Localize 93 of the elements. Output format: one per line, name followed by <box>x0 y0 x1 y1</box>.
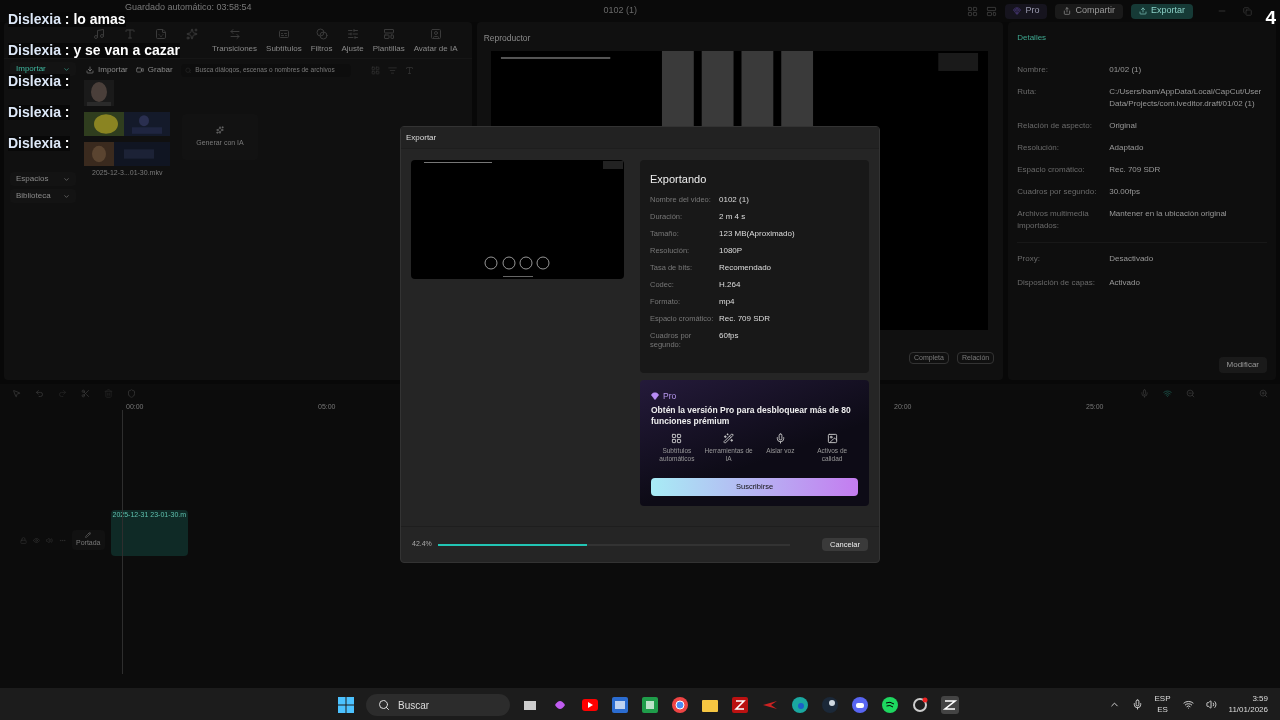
chat-icon[interactable] <box>850 695 870 715</box>
text-filter-icon[interactable] <box>404 65 414 75</box>
counter-number: 4 <box>1265 6 1276 30</box>
detail-label: Proxy: <box>1017 253 1041 265</box>
info-value: 60fps <box>719 330 740 342</box>
detail-value: Desactivado <box>1109 253 1155 265</box>
browser-icon[interactable] <box>670 695 690 715</box>
layout-icon[interactable] <box>986 5 998 17</box>
chat-message: Dislexia : <box>8 105 70 120</box>
keyboard-layout[interactable]: ES <box>1157 704 1168 715</box>
restore-icon[interactable] <box>1243 6 1252 16</box>
sliders-icon <box>346 28 359 40</box>
panel-tab[interactable]: Plantillas <box>370 28 407 55</box>
chat-message: Dislexia : lo amas <box>8 12 126 27</box>
detail-label: Espacio cromático: <box>1017 164 1086 176</box>
gem-icon <box>1013 7 1022 15</box>
chevron-down-icon <box>63 192 70 200</box>
undo-icon[interactable] <box>35 388 44 398</box>
pro-button[interactable]: Pro <box>1005 3 1048 19</box>
image-icon <box>826 432 838 444</box>
detail-value: 30.00fps <box>1109 186 1141 198</box>
sort-icon[interactable] <box>387 65 397 75</box>
detail-label: Ruta: <box>1017 86 1038 98</box>
panel-title: Reproductor <box>483 32 532 45</box>
detail-label: Nombre: <box>1017 64 1049 76</box>
autosave-status: Guardado automático: 03:58:54 <box>125 1 252 15</box>
microphone-icon[interactable] <box>1131 698 1143 710</box>
template-icon <box>382 28 395 40</box>
project-title: 0102 (1) <box>603 4 638 18</box>
language-code[interactable]: ESP <box>1154 693 1171 704</box>
pro-label: Pro <box>663 390 677 403</box>
detail-value: Adaptado <box>1109 142 1145 154</box>
promo-headline: Obtén la versión Pro para desbloquear más de 80 funciones prémium <box>651 404 852 427</box>
upload-icon <box>1139 7 1147 15</box>
detail-label: Relación de aspecto: <box>1017 120 1093 132</box>
import-button[interactable]: Importar <box>86 64 128 76</box>
clock-time[interactable]: 3:59 <box>1252 693 1268 704</box>
shield-icon[interactable] <box>127 388 136 398</box>
scissors-icon[interactable] <box>81 388 90 398</box>
share-button[interactable]: Compartir <box>1055 3 1123 19</box>
clock-date[interactable]: 11/01/2026 <box>1228 704 1268 715</box>
record-button[interactable]: Grabar <box>135 64 173 76</box>
panel-title: Detalles <box>1017 32 1048 44</box>
pointer-icon[interactable] <box>12 388 21 398</box>
dialog-title: Exportar <box>406 131 437 144</box>
spreadsheet-icon[interactable] <box>640 695 660 715</box>
windows-icon[interactable] <box>336 695 356 715</box>
chevron-down-icon <box>63 175 70 183</box>
network-icon[interactable] <box>1182 698 1194 710</box>
detail-value: Activado <box>1109 277 1141 289</box>
detail-value: 01/02 (1) <box>1109 64 1143 76</box>
detail-label: Archivos multimedia importados: <box>1017 208 1090 232</box>
chevron-down-icon <box>63 65 70 73</box>
gem-icon <box>651 392 659 401</box>
grid-icon[interactable] <box>370 65 380 75</box>
lock-icon[interactable] <box>20 536 27 544</box>
export-button[interactable]: Exportar <box>1131 3 1193 19</box>
sparkle-icon <box>216 125 224 134</box>
chat-message: Dislexia : y se van a cazar <box>8 43 180 58</box>
microphone-icon <box>774 432 786 444</box>
grid-icon <box>671 432 683 444</box>
detail-label: Disposición de capas: <box>1017 277 1097 289</box>
pencil-icon <box>85 531 92 538</box>
panel-tab[interactable]: Transiciones <box>210 28 260 55</box>
panel-tab[interactable]: Filtros <box>308 28 335 55</box>
eye-icon[interactable] <box>33 536 40 544</box>
search-icon <box>378 699 390 711</box>
volume-icon[interactable] <box>1205 698 1217 710</box>
camera-icon <box>135 66 144 74</box>
layout-icon[interactable] <box>967 5 979 17</box>
detail-value: C:/Users/bam/AppData/Local/CapCut/User Data/Projects/com.lveditor.draft/01/02 (1) <box>1109 86 1263 110</box>
chat-message: Dislexia : <box>8 74 70 89</box>
detail-label: Cuadros por segundo: <box>1017 186 1098 198</box>
document-icon[interactable] <box>610 695 630 715</box>
detail-label: Resolución: <box>1017 142 1060 154</box>
detail-value: Original <box>1109 120 1138 132</box>
avatar-icon <box>429 28 442 40</box>
magic-wand-icon <box>723 432 735 444</box>
captions-icon <box>277 28 290 40</box>
panel-tab[interactable]: Ajuste <box>339 28 366 55</box>
detail-value: Rec. 709 SDR <box>1109 164 1162 176</box>
shuffle-icon <box>228 28 241 40</box>
panel-tab[interactable]: Subtítulos <box>264 28 304 55</box>
taskbar-search[interactable]: Buscar <box>366 694 510 716</box>
detail-value: Mantener en la ubicación original <box>1109 208 1228 220</box>
blend-icon <box>315 28 328 40</box>
panel-tab[interactable]: Avatar de IA <box>411 28 460 55</box>
import-icon <box>86 66 94 74</box>
chat-message: Dislexia : <box>8 136 70 151</box>
modify-button[interactable]: Modificar <box>1218 357 1267 373</box>
share-icon <box>1063 7 1072 15</box>
zoom-out-icon[interactable] <box>1186 388 1195 398</box>
zoom-in-icon[interactable] <box>1259 388 1268 398</box>
